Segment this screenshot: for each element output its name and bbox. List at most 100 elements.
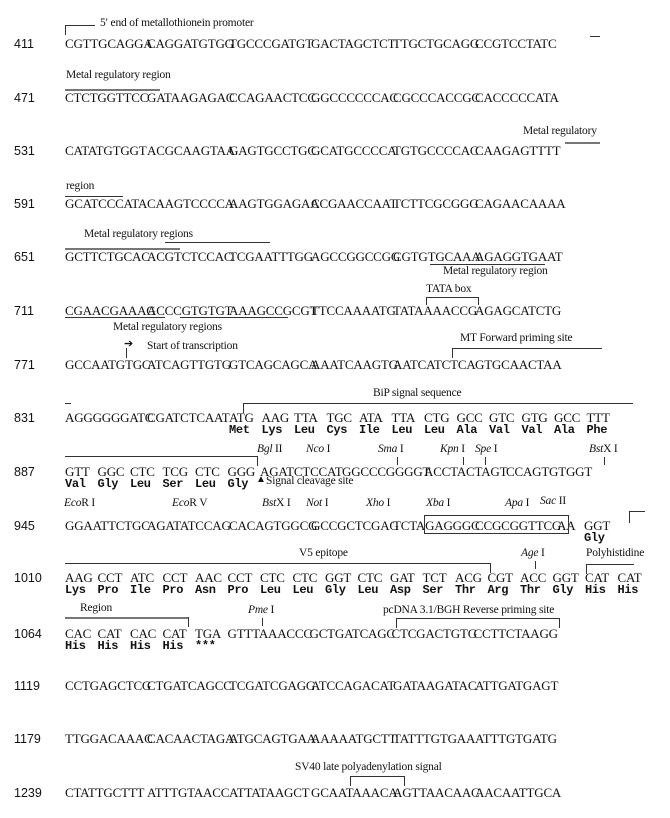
site-ecor5: EcoR V bbox=[172, 497, 208, 509]
sequence-block: CATATGTGGT bbox=[65, 143, 147, 158]
sequence-block: TTGGACAAAC bbox=[65, 731, 153, 746]
sequence-block: AAGTGGAGAA bbox=[229, 196, 320, 211]
sequence-block: CTCTGGTTCC bbox=[65, 90, 149, 105]
annotation-bgh-reverse: pcDNA 3.1/BGH Reverse priming site bbox=[383, 604, 555, 616]
bracket-line bbox=[426, 297, 427, 305]
bracket-line bbox=[350, 776, 351, 786]
bracket-line bbox=[586, 564, 587, 574]
amino-acid: Leu bbox=[424, 423, 445, 437]
sequence-block: GACTAGCTCT bbox=[311, 36, 396, 51]
sequence-block: CAAGTCCCCA bbox=[147, 196, 234, 211]
site-tick bbox=[397, 457, 398, 465]
site-kpn1: Kpn I bbox=[440, 443, 465, 455]
position-number: 1239 bbox=[14, 786, 42, 800]
annotation-v5-epitope: V5 epitope bbox=[299, 547, 348, 559]
bracket-line bbox=[65, 617, 188, 619]
sequence-block: CAGAACAAAA bbox=[475, 196, 566, 211]
site-sma1: Sma I bbox=[378, 443, 404, 455]
bracket-line bbox=[559, 618, 560, 628]
position-number: 771 bbox=[14, 358, 35, 372]
site-apa1: Apa I bbox=[505, 497, 530, 509]
site-xba1: Xba I bbox=[426, 497, 451, 509]
amino-acid: Gly bbox=[325, 583, 346, 597]
site-tick bbox=[485, 457, 486, 465]
sequence-line: GCCAATGTGCATCAGTTGTGGTCAGCAGCAAAATCAAGTG… bbox=[65, 357, 562, 373]
bracket-line bbox=[243, 403, 633, 404]
sequence-line: CATATGTGGTACGCAAGTAAGAGTGCCTGCGCATGCCCCA… bbox=[65, 143, 561, 159]
position-number: 471 bbox=[14, 91, 35, 105]
sequence-block: GCATGCCCCA bbox=[311, 143, 397, 158]
site-sac2: Sac II bbox=[540, 495, 566, 507]
annotation-metal-regulatory: region bbox=[66, 180, 95, 192]
annotation-metal-regulatory: Metal regulatory regions bbox=[84, 228, 193, 240]
position-number: 411 bbox=[14, 37, 34, 51]
sequence-block: TCGATCGAGG bbox=[229, 678, 316, 693]
amino-acid: Leu bbox=[130, 477, 151, 491]
sequence-block: ACGCAAGTAA bbox=[147, 143, 235, 158]
sequence-block: ATCCAGACAT bbox=[311, 678, 395, 693]
amino-acid: Leu bbox=[391, 423, 413, 437]
amino-acid: Asn bbox=[195, 583, 216, 597]
amino-acid: Asp bbox=[390, 583, 411, 597]
sequence-block: TTGCTGCAGG bbox=[393, 36, 480, 51]
amino-acid: His bbox=[97, 639, 119, 653]
amino-acid: Leu bbox=[195, 477, 216, 491]
sequence-block: GCAATAAACA bbox=[311, 785, 398, 800]
sequence-block: GTGCAACTAA bbox=[475, 357, 562, 372]
amino-acid: Pro bbox=[97, 583, 119, 597]
bracket-line bbox=[65, 25, 66, 35]
annotation-metal-regulatory: Metal regulatory bbox=[523, 125, 597, 137]
sequence-block: TCGAATTTGG bbox=[229, 249, 313, 264]
sequence-block: GAGTGCCTGC bbox=[229, 143, 316, 158]
site-bgl2: Bgl II bbox=[257, 443, 283, 455]
amino-acid: Pro bbox=[227, 583, 249, 597]
sequence-block: AGTTAACAAC bbox=[393, 785, 480, 800]
site-nco1: Nco I bbox=[306, 443, 331, 455]
amino-acid: Leu bbox=[260, 583, 281, 597]
site-age1: Age I bbox=[521, 547, 545, 559]
region-line bbox=[165, 242, 270, 243]
amino-acid: Thr bbox=[520, 583, 541, 597]
position-number: 1179 bbox=[14, 732, 41, 746]
sequence-block: GTCAGCAGCA bbox=[229, 357, 318, 372]
sequence-block: TGCCCGATGT bbox=[229, 36, 313, 51]
sequence-block: AGCCGGCCGG bbox=[311, 249, 401, 264]
sequence-block: GCCAATGTGC bbox=[65, 357, 151, 372]
bracket-line bbox=[396, 618, 559, 619]
sequence-block: ATGCAGTGAA bbox=[229, 731, 316, 746]
amino-acid: His bbox=[65, 639, 86, 653]
region-line bbox=[65, 317, 165, 318]
position-number: 591 bbox=[14, 197, 35, 211]
amino-acid: Cys bbox=[326, 423, 348, 437]
sequence-line: CGTTGCAGGACAGGATGTGGTGCCCGATGTGACTAGCTCT… bbox=[65, 36, 557, 52]
site-xho1: Xho I bbox=[366, 497, 391, 509]
sequence-block: CTATTGCTTT bbox=[65, 785, 145, 800]
sequence-block: AATCATCTCA bbox=[393, 357, 476, 372]
sequence-block: TATTTGTGAA bbox=[393, 731, 476, 746]
bracket-line bbox=[188, 617, 189, 627]
mcs-box bbox=[424, 515, 569, 534]
amino-acid: Gly bbox=[97, 477, 119, 491]
bracket-line bbox=[586, 564, 634, 565]
annotation-bip-signal: BiP signal sequence bbox=[373, 387, 462, 399]
sequence-block: ACGTCTCCAC bbox=[147, 249, 233, 264]
sequence-line: TTGGACAAACCACAACTAGAATGCAGTGAAAAAAATGCTT… bbox=[65, 731, 557, 747]
annotation-start-transcription: Start of transcription bbox=[147, 340, 238, 352]
sequence-block: CACAACTAGA bbox=[147, 731, 235, 746]
position-number: 711 bbox=[14, 304, 34, 318]
amino-acid: Thr bbox=[455, 583, 476, 597]
sequence-block: CCTGAGCTCG bbox=[65, 678, 152, 693]
bracket-line bbox=[404, 776, 405, 786]
bracket-line bbox=[65, 456, 257, 457]
amino-acid: Ile bbox=[359, 423, 380, 437]
bracket-line bbox=[396, 618, 397, 628]
amino-acid: His bbox=[617, 583, 639, 597]
sequence-block: AGAGCATCTG bbox=[475, 303, 562, 318]
site-ecor1: EcoR I bbox=[64, 497, 96, 509]
triangle-up-icon: ▲ bbox=[256, 474, 266, 485]
sequence-block: TATAAAACCG bbox=[393, 303, 478, 318]
bracket-line bbox=[350, 776, 404, 777]
position-number: 1010 bbox=[14, 571, 42, 585]
sequence-block: CAAGAGTTTT bbox=[475, 143, 561, 158]
annotation-signal-cleavage: Signal cleavage site bbox=[266, 475, 354, 487]
